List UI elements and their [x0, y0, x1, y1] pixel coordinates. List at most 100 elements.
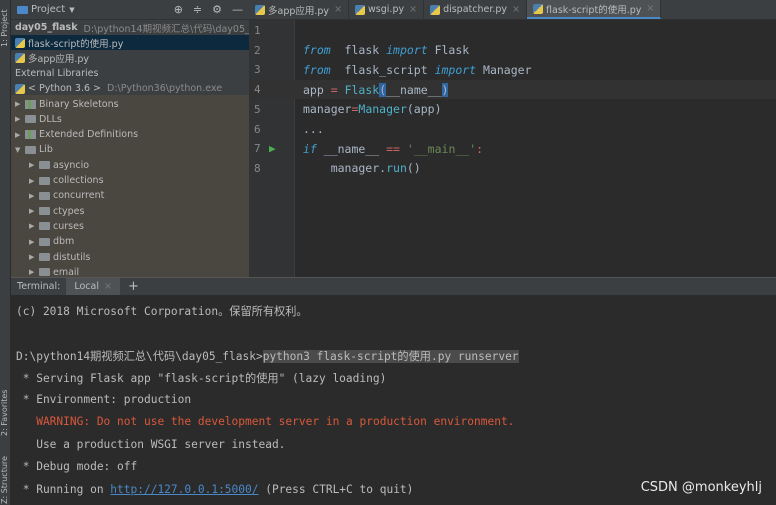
tree-row[interactable]: ▶ dbm [11, 234, 249, 249]
code-token: flask [330, 43, 387, 58]
chevron-right-icon[interactable]: ▶ [15, 100, 25, 108]
tree-row[interactable]: < Python 3.6 > D:\Python36\python.exe [11, 81, 249, 96]
file-label: flask-script的使用.py [28, 38, 124, 50]
command: python3 flask-script的使用.py runserver [262, 350, 519, 363]
tree-label: Lib [39, 144, 53, 156]
terminal-tabbar: Terminal: Local × + [11, 277, 776, 296]
code-token: if [303, 141, 317, 156]
tree-label: Binary Skeletons [39, 98, 119, 110]
chevron-down-icon[interactable]: ▼ [15, 146, 25, 154]
chevron-right-icon[interactable]: ▶ [29, 253, 39, 261]
code-token: app [303, 82, 331, 97]
minimize-icon[interactable]: — [232, 3, 243, 16]
code-text: manager.run() [303, 161, 421, 175]
close-icon[interactable]: × [409, 4, 417, 15]
editor-tab[interactable]: 多app应用.py × [249, 0, 350, 19]
text: (Press CTRL+C to quit) [258, 483, 414, 496]
python-file-icon [15, 37, 25, 48]
python-file-icon [15, 53, 25, 64]
tree-row[interactable]: ▶ ctypes [11, 204, 249, 219]
code-token: : [476, 141, 484, 156]
tree-row[interactable]: ▶ collections [11, 173, 249, 188]
editor-tab[interactable]: dispatcher.py × [424, 0, 528, 19]
locate-icon[interactable]: ⊕ [174, 3, 183, 16]
tree-label: dbm [53, 236, 75, 248]
project-view-selector[interactable]: Project [31, 4, 65, 15]
chevron-right-icon[interactable]: ▶ [15, 115, 25, 123]
watermark: CSDN @monkeyhlj [640, 480, 762, 495]
project-view-icon [17, 5, 28, 14]
tree-row[interactable]: External Libraries [11, 66, 249, 81]
tree-label: collections [53, 175, 104, 186]
folder-icon [25, 145, 36, 154]
terminal-line: (c) 2018 Microsoft Corporation。保留所有权利。 [16, 303, 308, 319]
tree-label: DLLs [39, 113, 62, 125]
server-link[interactable]: http://127.0.0.1:5000/ [110, 483, 258, 496]
terminal-label: Terminal: [17, 281, 61, 292]
chevron-right-icon[interactable]: ▶ [29, 238, 39, 246]
text: WARNING: Do not use the development serv… [16, 415, 515, 428]
tree-row[interactable]: ▶ curses [11, 219, 249, 234]
tree-row[interactable]: day05_flask D:\python14期视频汇总\代码\day05_fla… [11, 20, 249, 35]
tree-row[interactable]: ▶ Extended Definitions [11, 127, 249, 142]
tree-label: ctypes [53, 205, 85, 217]
project-header: Project ▼ ⊕ ≑ ⚙ — [11, 0, 249, 20]
close-icon[interactable]: × [512, 4, 520, 15]
terminal-line: D:\python14期视频汇总\代码\day05_flask>python3 … [16, 348, 519, 364]
chevron-right-icon[interactable]: ▶ [29, 177, 39, 185]
code-token: Manager [358, 102, 407, 117]
close-icon[interactable]: × [104, 281, 112, 292]
line-number: 5 [254, 102, 261, 116]
file-label: 多app应用.py [28, 54, 90, 66]
python-file-icon [533, 3, 544, 14]
text: * Environment: production [16, 393, 192, 406]
tab-label: dispatcher.py [443, 4, 508, 15]
chevron-right-icon[interactable]: ▶ [29, 222, 39, 230]
collapse-icon[interactable]: ≑ [193, 3, 202, 16]
code-editor[interactable]: 多app应用.py × wsgi.py × dispatcher.py × flask-sc… [249, 0, 776, 277]
tree-row[interactable]: ▶ email [11, 265, 249, 277]
text: (c) 2018 Microsoft Corporation。保留所有权利。 [16, 305, 308, 318]
chevron-right-icon[interactable]: ▶ [15, 131, 25, 139]
code-text: manager=Manager(app) [303, 102, 442, 116]
tree-row[interactable]: ▶ asyncio [11, 158, 249, 173]
structure-tool-button[interactable]: Z: Structure [0, 455, 11, 505]
code-token: from [303, 43, 331, 58]
library-icon [25, 99, 36, 109]
tree-row[interactable]: ▶ concurrent [11, 188, 249, 203]
folder-icon [25, 115, 36, 124]
close-icon[interactable]: × [646, 3, 654, 14]
sdk-label: < Python 3.6 > [28, 83, 102, 95]
editor-tab[interactable]: wsgi.py × [349, 0, 425, 19]
code-line: 6... [249, 120, 776, 139]
run-icon[interactable]: ▶ [269, 142, 276, 155]
gear-icon[interactable]: ⚙ [212, 3, 222, 16]
chevron-right-icon[interactable]: ▶ [29, 192, 39, 200]
code-token: __name__ [386, 82, 442, 97]
favorites-tool-button[interactable]: 2: Favorites [0, 385, 11, 440]
chevron-right-icon[interactable]: ▶ [29, 268, 39, 276]
line-number: 6 [254, 122, 261, 136]
tab-label: Local [74, 281, 99, 292]
chevron-right-icon[interactable]: ▶ [29, 161, 39, 169]
line-number: 3 [254, 63, 261, 77]
tree-row[interactable]: ▶ DLLs [11, 112, 249, 127]
tab-label: wsgi.py [368, 4, 405, 15]
tree-row[interactable]: ▶ Binary Skeletons [11, 97, 249, 112]
tree-row[interactable]: ▶ distutils [11, 250, 249, 265]
terminal-line: * Running on http://127.0.0.1:5000/ (Pre… [16, 483, 414, 496]
sdk-path: D:\Python36\python.exe [107, 83, 223, 95]
tree-row[interactable]: flask-script的使用.py [11, 35, 249, 51]
line-number: 1 [254, 24, 261, 37]
terminal-line: Use a production WSGI server instead. [16, 438, 285, 451]
terminal-tab-local[interactable]: Local × [66, 277, 120, 296]
add-terminal-button[interactable]: + [128, 279, 139, 294]
project-tool-button[interactable]: 1: Project [0, 4, 11, 52]
tree-row[interactable]: ▼ Lib [11, 142, 249, 157]
terminal-output[interactable]: (c) 2018 Microsoft Corporation。保留所有权利。 D:… [11, 295, 776, 505]
tree-row[interactable]: 多app应用.py [11, 51, 249, 66]
close-icon[interactable]: × [334, 4, 342, 15]
chevron-right-icon[interactable]: ▶ [29, 207, 39, 215]
editor-tab[interactable]: flask-script的使用.py × [527, 0, 662, 19]
